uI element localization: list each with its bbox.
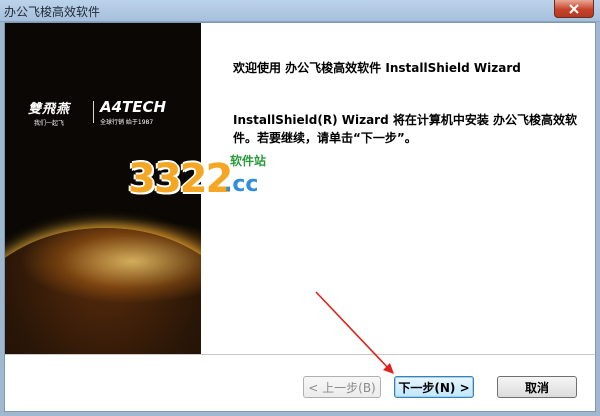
close-button[interactable] (554, 0, 594, 18)
wizard-heading: 欢迎使用 办公飞梭高效软件 InstallShield Wizard (233, 61, 521, 75)
brand-en-slogan: 全球行销 始于1987 (100, 119, 154, 126)
back-button[interactable]: < 上一步(B) (303, 376, 381, 398)
watermark-domain: .cc (224, 172, 259, 197)
wizard-window: 雙飛燕 我们一起飞 A4TECH 全球行销 始于1987 欢迎使用 办公飞梭高效… (4, 22, 596, 412)
site-watermark: 3322 .cc 软件站 (128, 142, 288, 212)
shuangfeiyan-logo: 雙飛燕 我们一起飞 (11, 98, 87, 127)
next-button[interactable]: 下一步(N) > (394, 376, 474, 398)
brand-cn-name: 雙飛燕 (27, 101, 70, 117)
watermark-number: 3322 (128, 156, 233, 202)
brand-cn-slogan: 我们一起飞 (33, 119, 64, 127)
title-bar: 办公飞梭高效软件 (0, 0, 600, 22)
brand-divider (93, 101, 94, 123)
footer-divider (5, 354, 595, 355)
cancel-button[interactable]: 取消 (497, 376, 577, 398)
brand-logos: 雙飛燕 我们一起飞 A4TECH 全球行销 始于1987 (11, 97, 195, 127)
window-title: 办公飞梭高效软件 (4, 5, 101, 19)
close-icon (569, 3, 579, 14)
a4tech-logo: A4TECH 全球行销 始于1987 (100, 98, 166, 126)
brand-en-name: A4TECH (100, 98, 167, 116)
watermark-site-label: 软件站 (230, 154, 267, 168)
